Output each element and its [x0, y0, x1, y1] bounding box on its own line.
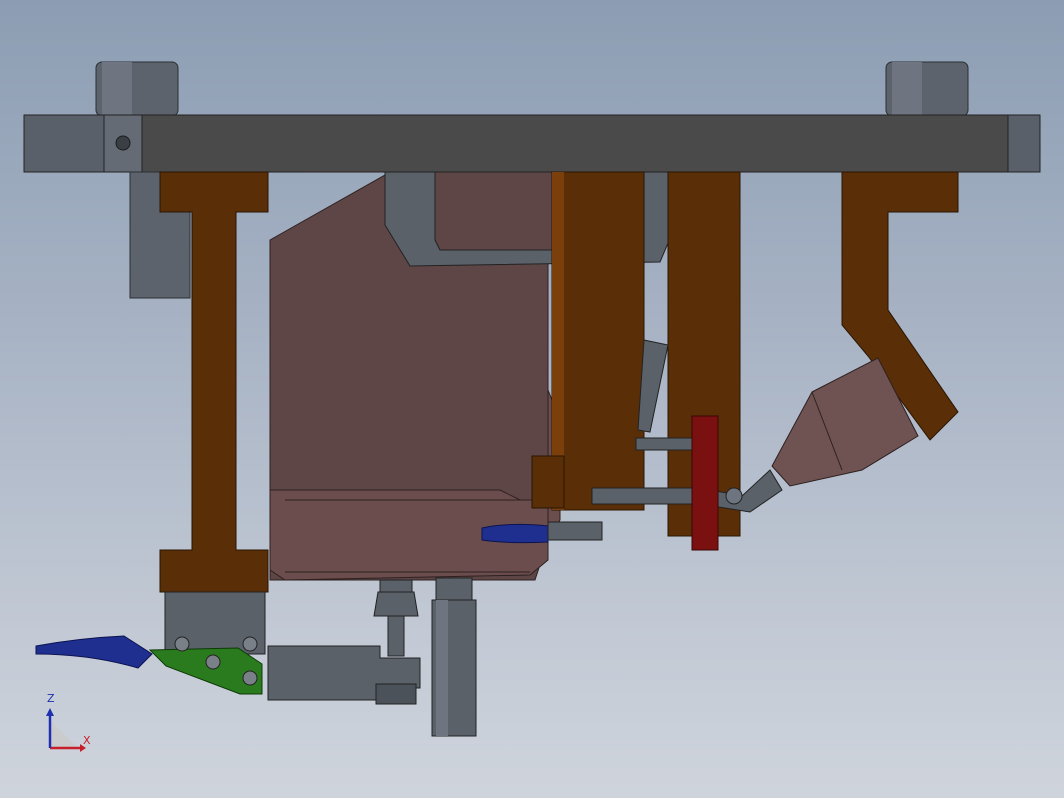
locating-pin-cylinder	[373, 579, 419, 657]
cad-viewport[interactable]: Z X	[0, 0, 1064, 798]
coordinate-triad-icon: Z X	[38, 692, 98, 756]
main-toggle-clamp[interactable]	[35, 591, 421, 705]
axis-z-label: Z	[47, 692, 55, 705]
base-plate	[23, 114, 1041, 173]
red-stop-block	[691, 415, 719, 551]
lift-cylinder	[431, 577, 477, 737]
clamp-handle[interactable]	[35, 635, 153, 669]
axis-x-label: X	[83, 734, 91, 747]
fixture-assembly-model[interactable]	[0, 0, 1064, 798]
top-locator-left	[95, 61, 179, 117]
top-locator-right	[885, 61, 969, 117]
small-toggle-clamp[interactable]	[481, 521, 603, 544]
